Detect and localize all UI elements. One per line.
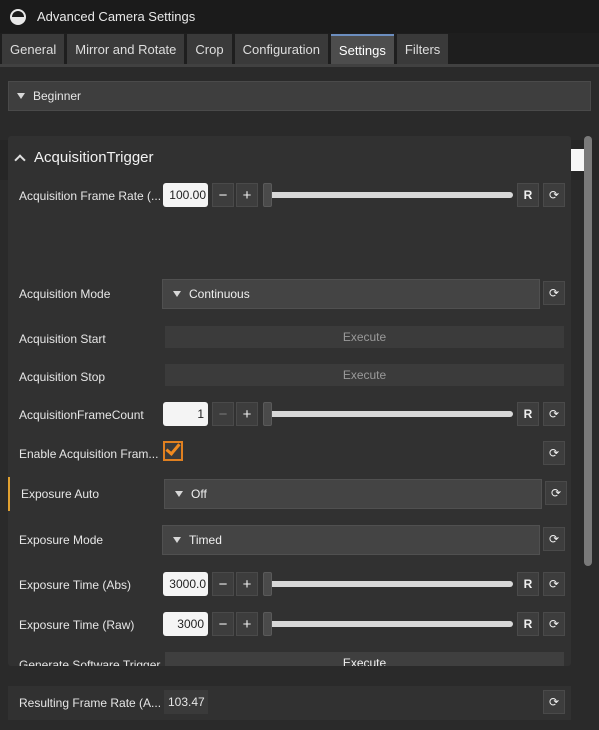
enable-frame-checkbox[interactable] [163,440,183,461]
property-row-frame-count: AcquisitionFrameCount 1 − + R ⟳ [8,398,571,432]
tab-filters[interactable]: Filters [396,34,449,64]
result-rate-value: 103.47 [164,690,208,714]
refresh-icon[interactable]: ⟳ [543,441,565,465]
property-row-exp-time-raw: Exposure Time (Raw) 3000 − + R ⟳ [8,608,571,642]
title-bar: Advanced Camera Settings [0,0,599,33]
property-label: Acquisition Start [19,332,106,346]
exp-time-abs-input[interactable]: 3000.0 [163,572,208,596]
slider-thumb[interactable] [263,402,272,426]
property-row-result-rate: Resulting Frame Rate (A... 103.47 ⟳ [8,686,571,720]
property-row-frame-rate: Acquisition Frame Rate (... 100.00 − + R… [8,179,571,213]
frame-rate-input[interactable]: 100.00 [163,183,208,207]
property-label: Enable Acquisition Fram... [19,447,159,461]
property-label: Generate Software Trigger [19,658,161,666]
refresh-icon[interactable]: ⟳ [543,281,565,305]
refresh-icon[interactable]: ⟳ [543,572,565,596]
property-label: Exposure Auto [21,487,100,501]
property-label: AcquisitionFrameCount [19,408,144,422]
acq-start-execute-button[interactable]: Execute [165,326,564,348]
decrement-button[interactable]: − [212,402,234,426]
slider-thumb[interactable] [263,612,272,636]
dropdown-value: Timed [189,533,222,547]
decrement-button[interactable]: − [212,612,234,636]
triangle-down-icon [175,491,183,497]
tab-mirror-rotate[interactable]: Mirror and Rotate [67,34,185,64]
exp-time-abs-slider[interactable] [263,572,513,596]
tab-crop[interactable]: Crop [187,34,232,64]
refresh-icon[interactable]: ⟳ [543,527,565,551]
exposure-auto-dropdown[interactable]: Off [164,479,542,509]
acq-stop-execute-button[interactable]: Execute [165,364,564,386]
property-label: Exposure Time (Raw) [19,618,135,632]
property-row-enable-frame: Enable Acquisition Fram... ⟳ [8,437,571,471]
exposure-mode-dropdown[interactable]: Timed [162,525,540,555]
scrollbar-thumb[interactable] [584,136,592,566]
property-row-exp-time-abs: Exposure Time (Abs) 3000.0 − + R ⟳ [8,568,571,602]
exp-time-raw-input[interactable]: 3000 [163,612,208,636]
property-label: Acquisition Stop [19,370,106,384]
property-row-acq-mode: Acquisition Mode Continuous ⟳ [8,277,571,311]
property-label: Exposure Mode [19,533,104,547]
app-logo-icon [10,8,26,25]
frame-rate-slider[interactable] [263,183,513,207]
chevron-up-icon [14,153,26,166]
refresh-icon[interactable]: ⟳ [543,402,565,426]
property-row-exposure-auto: Exposure Auto Off ⟳ [8,477,571,511]
reset-button[interactable]: R [517,572,539,596]
property-row-acq-stop: Acquisition Stop Execute [8,360,571,394]
decrement-button[interactable]: − [212,183,234,207]
category-header[interactable]: AcquisitionTrigger [8,142,571,172]
property-label: Resulting Frame Rate (A... [19,696,162,710]
acq-mode-dropdown[interactable]: Continuous [162,279,540,309]
slider-thumb[interactable] [263,572,272,596]
increment-button[interactable]: + [236,402,258,426]
triangle-down-icon [173,537,181,543]
vertical-scrollbar[interactable] [582,136,592,566]
user-level-label: Beginner [33,89,82,103]
reset-button[interactable]: R [517,402,539,426]
property-grid: AcquisitionTrigger Acquisition Frame Rat… [8,136,571,666]
reset-button[interactable]: R [517,612,539,636]
category-title: AcquisitionTrigger [34,148,154,166]
frame-count-input[interactable]: 1 [163,402,208,426]
window-title: Advanced Camera Settings [37,9,196,24]
decrement-button[interactable]: − [212,572,234,596]
increment-button[interactable]: + [236,572,258,596]
refresh-icon[interactable]: ⟳ [543,612,565,636]
tab-configuration[interactable]: Configuration [234,34,328,64]
increment-button[interactable]: + [236,612,258,636]
sw-trigger-execute-button[interactable]: Execute [165,652,564,666]
tab-settings[interactable]: Settings [330,34,394,64]
user-level-dropdown[interactable]: Beginner [8,81,591,111]
refresh-icon[interactable]: ⟳ [543,690,565,714]
property-row-exposure-mode: Exposure Mode Timed ⟳ [8,523,571,557]
property-row-sw-trigger: Generate Software Trigger Execute [8,648,571,666]
tab-bar: General Mirror and Rotate Crop Configura… [0,33,599,64]
triangle-down-icon [173,291,181,297]
property-row-acq-start: Acquisition Start Execute [8,322,571,356]
checkmark-icon [165,440,181,456]
refresh-icon[interactable]: ⟳ [545,481,567,505]
dropdown-value: Off [191,487,207,501]
tab-general[interactable]: General [2,34,65,64]
reset-button[interactable]: R [517,183,539,207]
dropdown-value: Continuous [189,287,250,301]
property-label: Acquisition Frame Rate (... [19,189,162,203]
slider-thumb[interactable] [263,183,272,207]
triangle-down-icon [17,93,25,99]
exp-time-raw-slider[interactable] [263,612,513,636]
frame-count-slider[interactable] [263,402,513,426]
refresh-icon[interactable]: ⟳ [543,183,565,207]
increment-button[interactable]: + [236,183,258,207]
property-label: Acquisition Mode [19,287,111,301]
property-label: Exposure Time (Abs) [19,578,132,592]
